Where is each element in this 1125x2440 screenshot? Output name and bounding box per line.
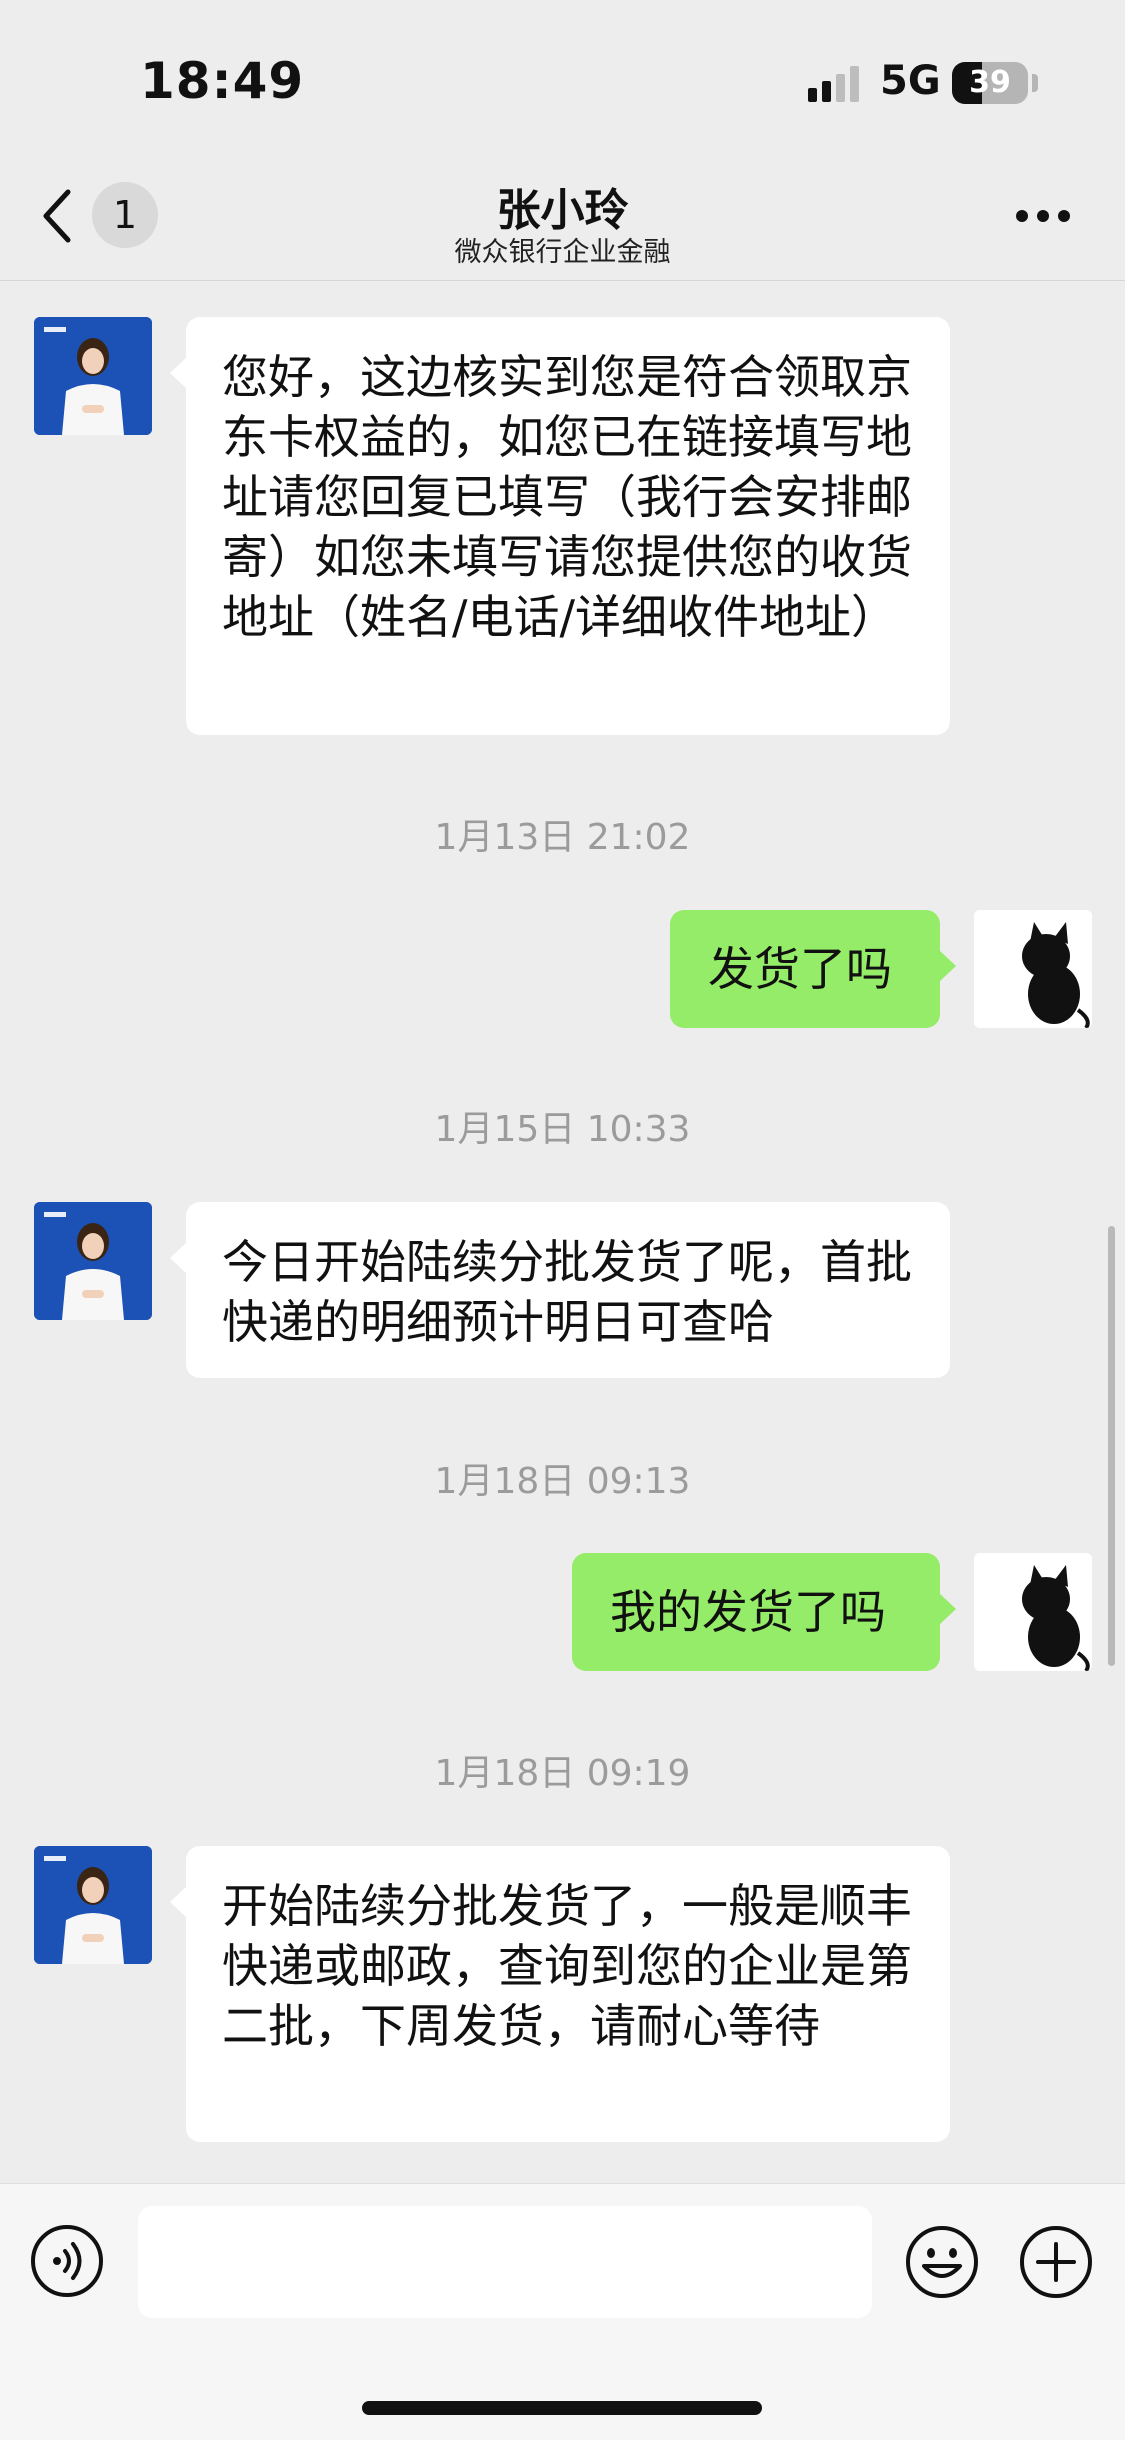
plus-icon[interactable]: [1018, 2224, 1094, 2300]
home-indicator: [362, 2401, 762, 2415]
cat-avatar[interactable]: [974, 1553, 1092, 1671]
ellipsis-icon[interactable]: [1016, 208, 1070, 224]
message-bubble-incoming[interactable]: 您好，这边核实到您是符合领取京东卡权益的，如您已在链接填写地址请您回复已填写（我…: [170, 317, 950, 735]
agent-avatar-image: [34, 1202, 152, 1320]
message-input[interactable]: [138, 2206, 872, 2318]
cat-avatar[interactable]: [974, 910, 1092, 1028]
battery-icon: 39: [952, 62, 1028, 104]
emoji-icon[interactable]: [904, 2224, 980, 2300]
message-bubble-outgoing[interactable]: 我的发货了吗: [572, 1553, 956, 1671]
message-timestamp: 1月18日 09:19: [434, 1753, 691, 1794]
agent-avatar[interactable]: [34, 1846, 152, 1964]
chat-scrollbar[interactable]: [1108, 1226, 1115, 1666]
battery-percent: 39: [969, 65, 1011, 100]
message-timestamp: 1月13日 21:02: [434, 817, 691, 858]
message-timestamp: 1月15日 10:33: [434, 1109, 691, 1150]
cat-avatar-image: [974, 1553, 1092, 1671]
battery-nub: [1032, 74, 1038, 92]
message-bubble-incoming[interactable]: 开始陆续分批发货了，一般是顺丰快递或邮政，查询到您的企业是第二批，下周发货，请耐…: [170, 1846, 950, 2142]
message-timestamp: 1月18日 09:13: [434, 1461, 691, 1502]
chat-header: 1 张小玲 微众银行企业金融: [0, 160, 1125, 281]
agent-avatar[interactable]: [34, 317, 152, 435]
chat-title: 张小玲: [496, 185, 629, 236]
agent-avatar-image: [34, 317, 152, 435]
message-bubble-incoming[interactable]: 今日开始陆续分批发货了呢，首批快递的明细预计明日可查哈: [170, 1202, 950, 1378]
agent-avatar[interactable]: [34, 1202, 152, 1320]
cat-avatar-image: [974, 910, 1092, 1028]
cellular-signal-icon: [808, 66, 859, 102]
status-bar: 18:49 5G 39: [0, 0, 1125, 160]
agent-avatar-image: [34, 1846, 152, 1964]
network-type: 5G: [880, 58, 941, 104]
voice-icon[interactable]: [30, 2224, 104, 2298]
message-bubble-outgoing[interactable]: 发货了吗: [670, 910, 956, 1028]
status-time: 18:49: [140, 52, 305, 110]
chat-subtitle: 微众银行企业金融: [454, 237, 671, 268]
